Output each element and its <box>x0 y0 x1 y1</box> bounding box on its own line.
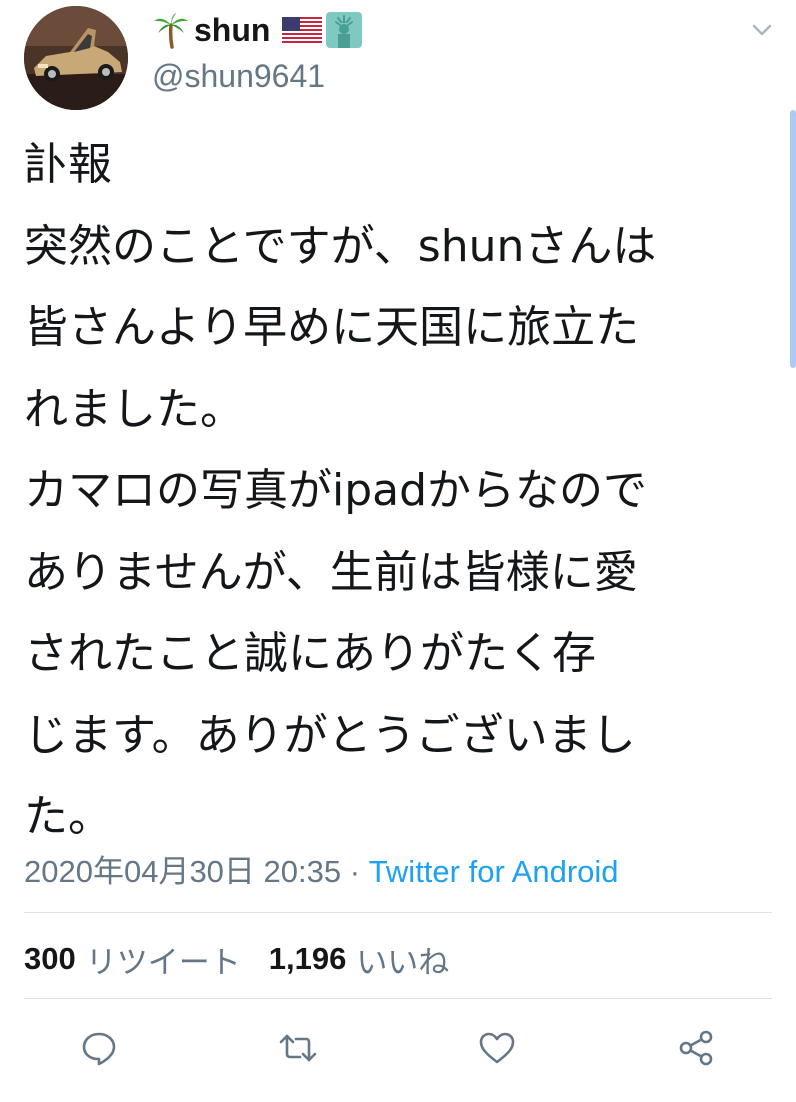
user-handle[interactable]: @shun9641 <box>152 58 325 95</box>
retweet-stat[interactable]: 300 リツイート <box>24 937 241 982</box>
reply-button[interactable] <box>73 1022 125 1074</box>
avatar[interactable] <box>24 6 128 110</box>
tweet-stats: 300 リツイート 1,196 いいね <box>24 937 449 981</box>
tweet-timestamp[interactable]: 2020年04月30日 20:35 <box>24 854 341 889</box>
scrollbar[interactable] <box>790 110 796 368</box>
heart-icon <box>479 1032 515 1064</box>
share-icon <box>679 1030 713 1066</box>
tweet-source-link[interactable]: Twitter for Android <box>369 854 619 889</box>
divider <box>24 912 772 913</box>
tweet-line: 皆さんより早めに天国に旅立た <box>24 302 640 353</box>
statue-of-liberty-icon <box>326 12 363 48</box>
tweet-meta: 2020年04月30日 20:35 · Twitter for Android <box>24 846 619 891</box>
tweet-line: されたこと誠にありがたく存 <box>24 628 596 679</box>
retweet-icon <box>279 1034 317 1062</box>
tweet-line: 訃報 <box>24 139 112 190</box>
tweet-action-bar <box>0 1022 796 1074</box>
like-count: 1,196 <box>268 941 347 976</box>
like-label: いいね <box>356 944 450 980</box>
share-button[interactable] <box>670 1022 722 1074</box>
divider <box>24 998 772 999</box>
user-name-row[interactable]: shun <box>152 8 363 52</box>
avatar-car-image <box>24 6 128 110</box>
us-flag-icon <box>282 17 323 43</box>
like-stat[interactable]: 1,196 いいね <box>269 937 450 982</box>
tweet-line: 突然のことですが、shunさんは <box>24 220 657 272</box>
retweet-label: リツイート <box>85 944 241 980</box>
display-name: shun <box>194 11 271 48</box>
like-button[interactable] <box>471 1022 523 1074</box>
retweet-button[interactable] <box>272 1022 324 1074</box>
palm-tree-icon <box>154 13 188 49</box>
tweet-line: じます。ありがとうございまし <box>24 709 636 761</box>
tweet-line: カマロの写真がipadからなので <box>24 465 648 516</box>
reply-icon <box>82 1032 116 1066</box>
retweet-count: 300 <box>24 941 76 976</box>
tweet-text: 訃報 突然のことですが、shunさんは 皆さんより早めに天国に旅立た れました。… <box>24 124 768 858</box>
tweet-line: れました。 <box>24 383 244 435</box>
tweet-line: ありませんが、生前は皆様に愛 <box>24 546 638 598</box>
meta-separator: · <box>341 854 369 889</box>
chevron-down-icon[interactable] <box>748 16 776 44</box>
